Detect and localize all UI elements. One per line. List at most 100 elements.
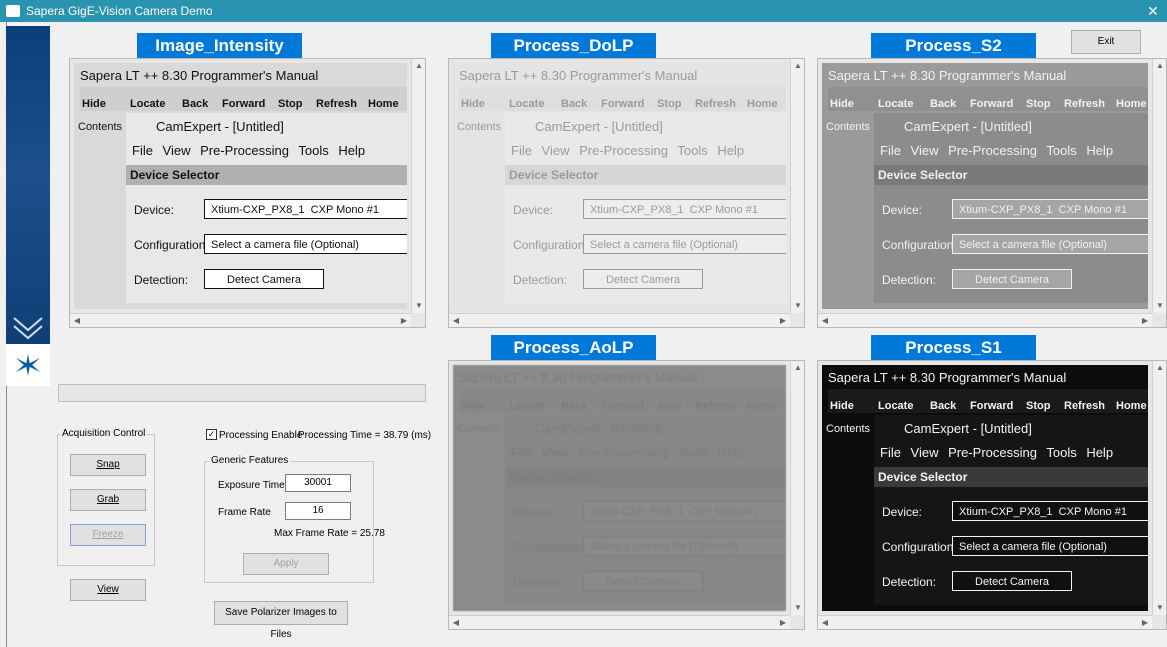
scroll-up-icon[interactable]: ▲ [1153, 59, 1167, 73]
apply-button[interactable]: Apply [243, 553, 329, 575]
preview-toolbar: Hide Locate Back Forward Stop Refresh Ho… [828, 389, 1148, 413]
preview-menu: File View Pre-Processing Tools Help [132, 143, 366, 158]
preview-toolbar: Hide Locate Back Forward Stop Refresh Ho… [828, 87, 1148, 111]
preview-device-camera: CXP Mono #1 [310, 204, 379, 216]
preview-contents-tab: Contents [78, 121, 123, 133]
image-view-dolp[interactable]: Sapera LT ++ 8.30 Programmer's Manual Hi… [448, 58, 805, 328]
scroll-left-icon[interactable]: ◀ [818, 314, 832, 328]
preview-app-title: Sapera LT ++ 8.30 Programmer's Manual [828, 370, 1067, 385]
horizontal-scrollbar[interactable]: ◀ ▶ [449, 313, 790, 327]
scroll-down-icon[interactable]: ▼ [1153, 299, 1167, 313]
preview-toolbar: Hide Locate Back Forward Stop Refresh Ho… [80, 87, 407, 111]
view-button[interactable]: View [70, 579, 146, 601]
preview-device-value: Xtium-CXP_PX8_1 [590, 204, 684, 216]
preview-config-label: Configuration: [513, 238, 588, 252]
preview-tool-refresh: Refresh [695, 98, 736, 110]
scroll-up-icon[interactable]: ▲ [791, 59, 805, 73]
preview-detection-label: Detection: [513, 575, 568, 589]
title-bar: Sapera GigE-Vision Camera Demo ✕ [0, 0, 1167, 22]
preview-device-field: Xtium-CXP_PX8_1 CXP Mono #1 [952, 501, 1148, 521]
vertical-scrollbar[interactable]: ▲ ▼ [790, 59, 804, 313]
frame-rate-input[interactable]: 16 [285, 502, 351, 520]
processing-enable-checkbox[interactable]: ✓ [206, 429, 217, 440]
scroll-left-icon[interactable]: ◀ [449, 314, 463, 328]
scroll-right-icon[interactable]: ▶ [1138, 616, 1152, 630]
scroll-right-icon[interactable]: ▶ [1138, 314, 1152, 328]
camera-image: Sapera LT ++ 8.30 Programmer's Manual Hi… [453, 365, 786, 611]
scroll-left-icon[interactable]: ◀ [818, 616, 832, 630]
camera-image: Sapera LT ++ 8.30 Programmer's Manual Hi… [822, 365, 1148, 611]
preview-tool-stop: Stop [1026, 400, 1051, 412]
scroll-up-icon[interactable]: ▲ [1153, 361, 1167, 375]
scroll-up-icon[interactable]: ▲ [791, 361, 805, 375]
scroll-left-icon[interactable]: ◀ [70, 314, 84, 328]
close-icon[interactable]: ✕ [1143, 0, 1163, 22]
image-view-aolp[interactable]: Sapera LT ++ 8.30 Programmer's Manual Hi… [448, 360, 805, 630]
vertical-scrollbar[interactable]: ▲ ▼ [1152, 59, 1166, 313]
preview-device-value: Xtium-CXP_PX8_1 [211, 204, 305, 216]
freeze-button[interactable]: Freeze [70, 524, 146, 546]
scroll-down-icon[interactable]: ▼ [1153, 601, 1167, 615]
preview-config-label: Configuration: [134, 238, 209, 252]
preview-tool-forward: Forward [970, 98, 1014, 110]
scroll-up-icon[interactable]: ▲ [412, 59, 426, 73]
preview-tool-refresh: Refresh [1064, 400, 1105, 412]
snap-button[interactable]: Snap [70, 454, 146, 476]
horizontal-scrollbar[interactable]: ◀ ▶ [70, 313, 411, 327]
scroll-right-icon[interactable]: ▶ [397, 314, 411, 328]
preview-detection-label: Detection: [513, 273, 568, 287]
preview-dialog-title: CamExpert - [Untitled] [535, 119, 663, 134]
processing-time-text: Processing Time = 38.79 (ms) [298, 430, 432, 441]
progress-bar [58, 384, 426, 402]
preview-dialog-title: CamExpert - [Untitled] [535, 421, 663, 436]
scroll-down-icon[interactable]: ▼ [791, 601, 805, 615]
vertical-scrollbar[interactable]: ▲ ▼ [1152, 361, 1166, 615]
preview-contents-tab: Contents [457, 423, 502, 435]
preview-contents-tab: Contents [457, 121, 502, 133]
preview-device-selector: Device Selector [874, 165, 1148, 185]
image-view-s2[interactable]: Sapera LT ++ 8.30 Programmer's Manual Hi… [817, 58, 1167, 328]
horizontal-scrollbar[interactable]: ◀ ▶ [818, 615, 1152, 629]
preview-dialog-title: CamExpert - [Untitled] [156, 119, 284, 134]
preview-config-field: Select a camera file (Optional) [583, 536, 786, 556]
exit-button[interactable]: Exit [1071, 30, 1141, 54]
preview-tool-locate: Locate [130, 98, 166, 110]
scroll-down-icon[interactable]: ▼ [791, 299, 805, 313]
preview-tool-hide: Hide [461, 400, 485, 412]
preview-tool-home: Home [1116, 400, 1147, 412]
max-frame-rate-text: Max Frame Rate = 25.78 [274, 528, 385, 539]
preview-tool-back: Back [930, 98, 957, 110]
preview-tool-back: Back [561, 98, 588, 110]
preview-menu: File View Pre-Processing Tools Help [880, 143, 1114, 158]
image-view-s1[interactable]: Sapera LT ++ 8.30 Programmer's Manual Hi… [817, 360, 1167, 630]
scroll-right-icon[interactable]: ▶ [776, 314, 790, 328]
vertical-scrollbar[interactable]: ▲ ▼ [790, 361, 804, 615]
preview-tool-back: Back [561, 400, 588, 412]
horizontal-scrollbar[interactable]: ◀ ▶ [449, 615, 790, 629]
scroll-right-icon[interactable]: ▶ [776, 616, 790, 630]
vertical-scrollbar[interactable]: ▲ ▼ [411, 59, 425, 313]
preview-device-selector: Device Selector [874, 467, 1148, 487]
grab-button[interactable]: Grab [70, 489, 146, 511]
preview-app-title: Sapera LT ++ 8.30 Programmer's Manual [459, 370, 698, 385]
preview-dialog: CamExpert - [Untitled] File View Pre-Pro… [126, 113, 407, 303]
exposure-time-input[interactable]: 30001 [285, 474, 351, 492]
window-title: Sapera GigE-Vision Camera Demo [26, 4, 213, 18]
label-process-aolp: Process_AoLP [491, 335, 656, 361]
scroll-left-icon[interactable]: ◀ [449, 616, 463, 630]
scroll-down-icon[interactable]: ▼ [412, 299, 426, 313]
preview-tool-locate: Locate [509, 400, 545, 412]
preview-dialog-title: CamExpert - [Untitled] [904, 119, 1032, 134]
preview-menu: File View Pre-Processing Tools Help [880, 445, 1114, 460]
preview-device-camera: CXP Mono #1 [689, 204, 758, 216]
app-icon [6, 5, 20, 17]
image-view-intensity[interactable]: Sapera LT ++ 8.30 Programmer's Manual Hi… [69, 58, 426, 328]
horizontal-scrollbar[interactable]: ◀ ▶ [818, 313, 1152, 327]
preview-tool-hide: Hide [82, 98, 106, 110]
label-process-s1: Process_S1 [871, 335, 1036, 361]
preview-config-field: Select a camera file (Optional) [952, 536, 1148, 556]
preview-tool-stop: Stop [657, 400, 682, 412]
preview-app-title: Sapera LT ++ 8.30 Programmer's Manual [459, 68, 698, 83]
preview-tool-forward: Forward [970, 400, 1014, 412]
save-polarizer-images-button[interactable]: Save Polarizer Images to Files [214, 601, 348, 640]
